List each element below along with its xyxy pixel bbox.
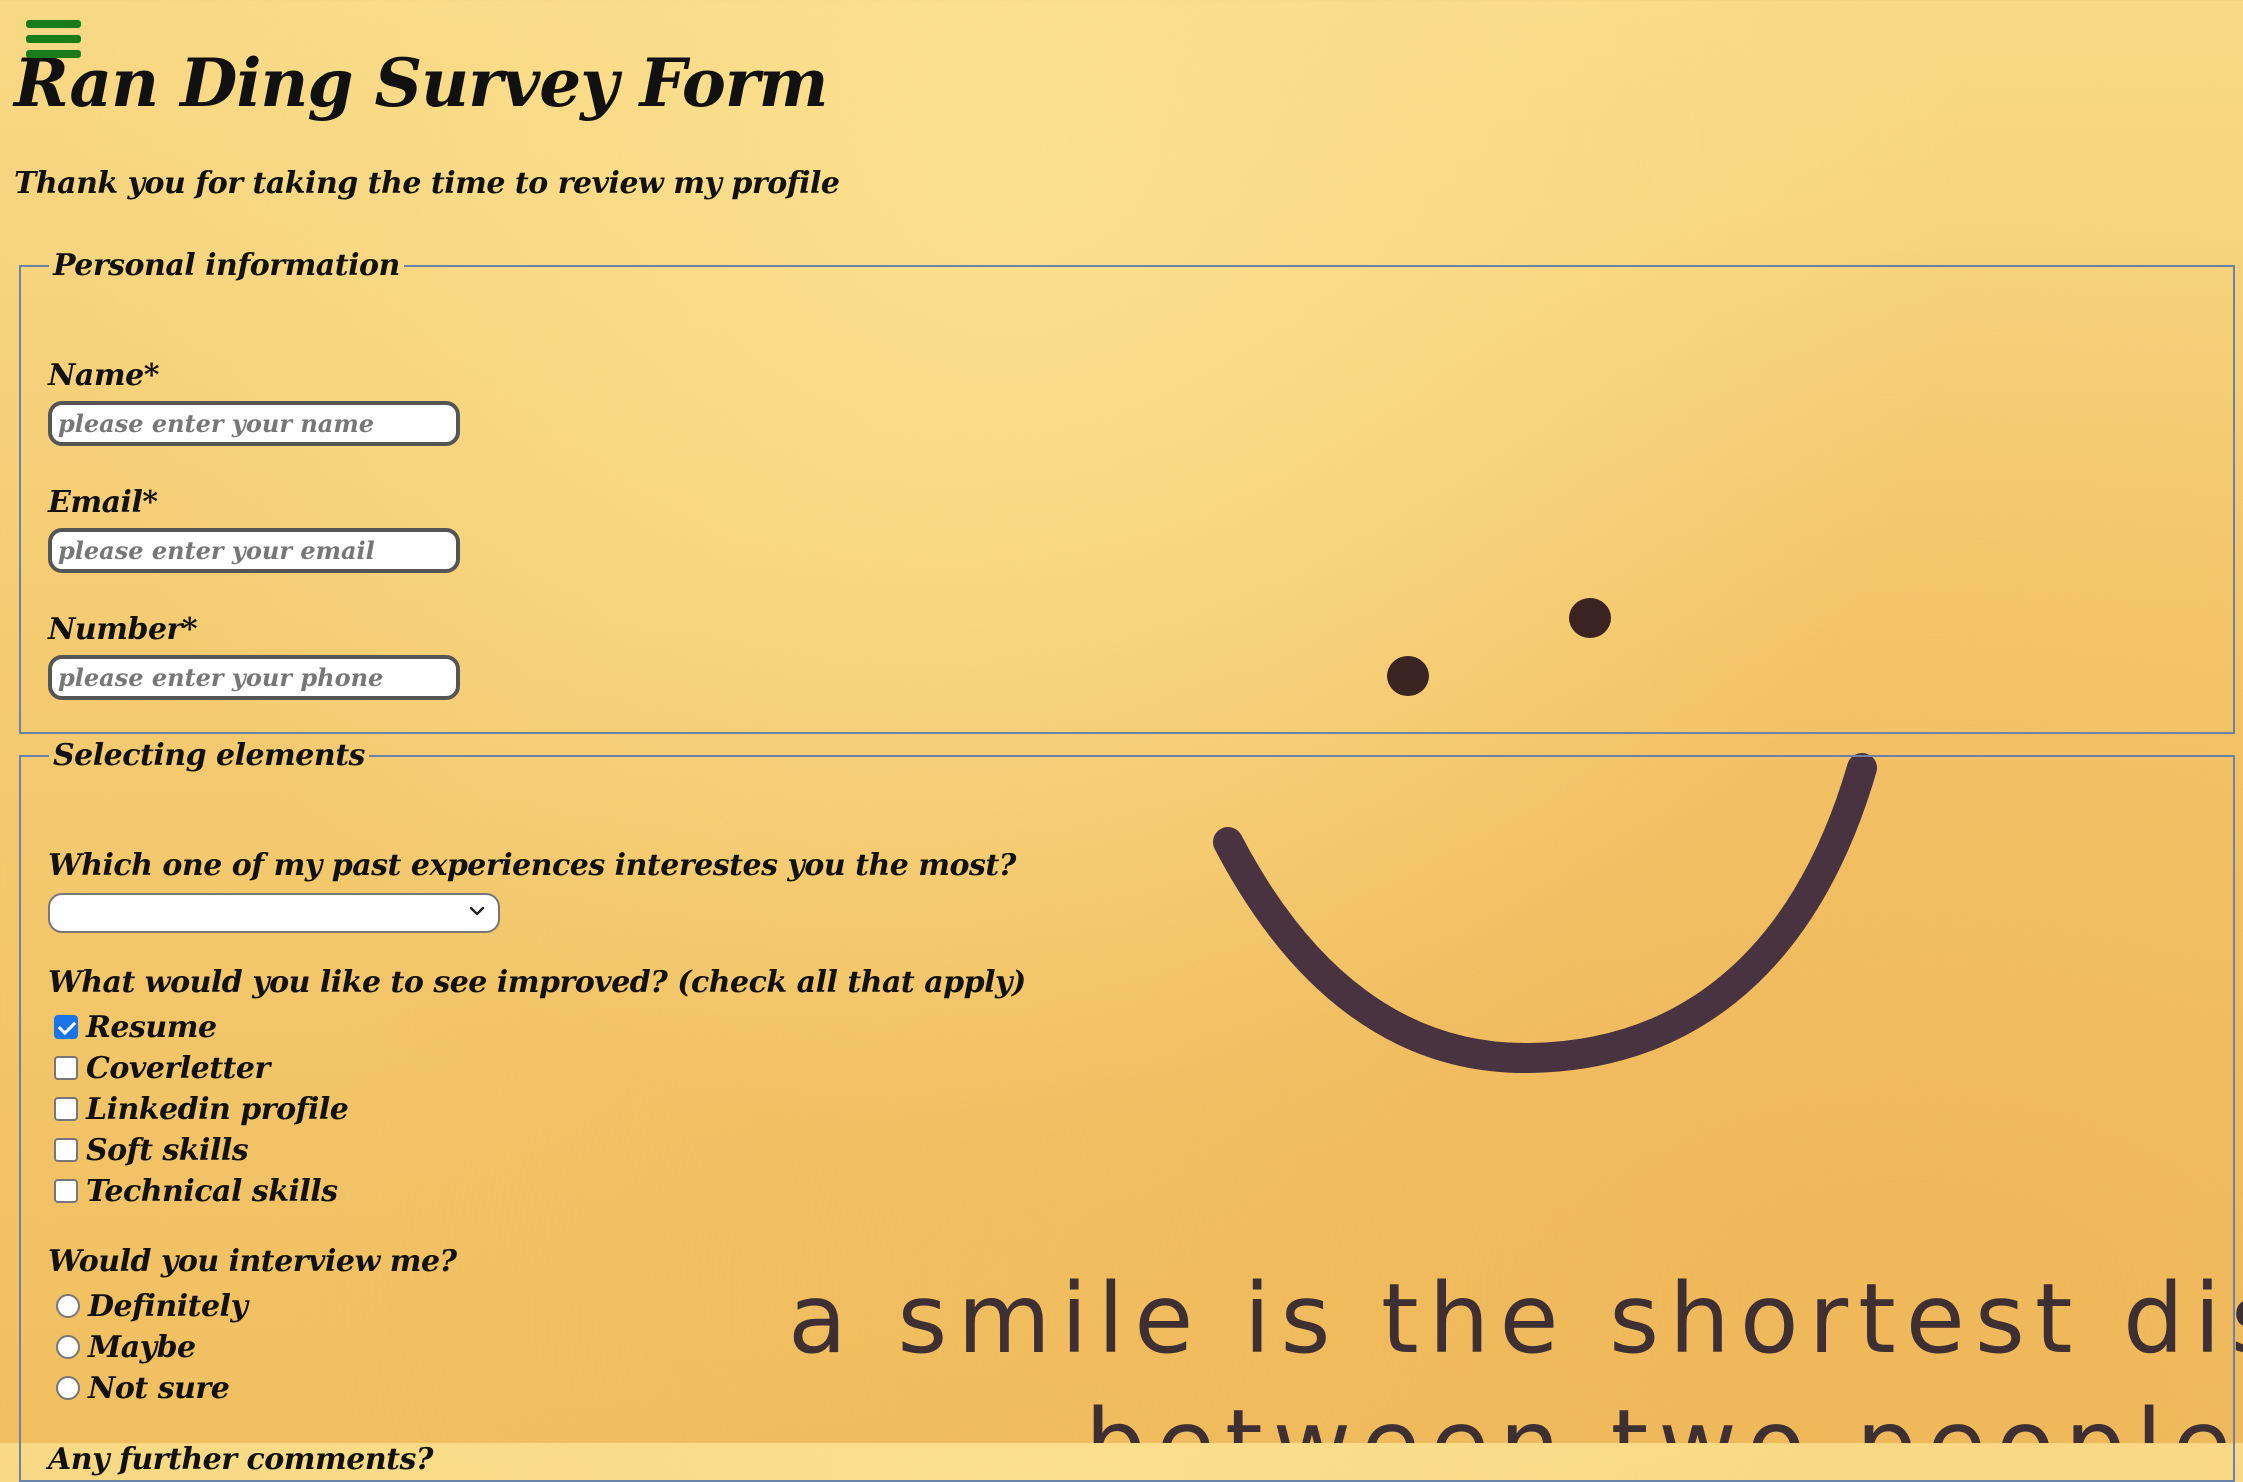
number-label: Number*	[48, 612, 198, 647]
page-title: Ran Ding Survey Form	[14, 44, 828, 122]
email-input[interactable]	[48, 528, 460, 573]
option-label: Technical skills	[86, 1173, 338, 1209]
menu-bar	[26, 35, 81, 43]
experience-question: Which one of my past experiences interes…	[48, 848, 1016, 883]
option-label: Not sure	[88, 1370, 230, 1406]
interview-option-maybe[interactable]: Maybe	[56, 1329, 196, 1365]
improve-option-soft-skills[interactable]: Soft skills	[54, 1132, 249, 1168]
phone-input[interactable]	[48, 655, 460, 700]
menu-bar	[26, 50, 81, 58]
resume-checkbox[interactable]	[54, 1015, 78, 1039]
interview-option-not-sure[interactable]: Not sure	[56, 1370, 230, 1406]
chevron-down-icon	[469, 906, 485, 916]
option-label: Linkedin profile	[86, 1091, 349, 1127]
name-input[interactable]	[48, 401, 460, 446]
improve-question: What would you like to see improved? (ch…	[48, 965, 1026, 1000]
improve-option-technical-skills[interactable]: Technical skills	[54, 1173, 338, 1209]
option-label: Definitely	[88, 1288, 248, 1324]
not-sure-radio[interactable]	[56, 1376, 80, 1400]
improve-option-linkedin[interactable]: Linkedin profile	[54, 1091, 349, 1127]
personal-information-legend: Personal information	[53, 248, 400, 283]
technical-skills-checkbox[interactable]	[54, 1179, 78, 1203]
definitely-radio[interactable]	[56, 1294, 80, 1318]
option-label: Resume	[86, 1009, 217, 1045]
page-subtitle: Thank you for taking the time to review …	[14, 166, 840, 201]
interview-question: Would you interview me?	[48, 1244, 457, 1279]
personal-information-fieldset: Personal information Name* Email* Number…	[19, 248, 2235, 734]
menu-bar	[26, 20, 81, 28]
email-label: Email*	[48, 485, 158, 520]
improve-option-resume[interactable]: Resume	[54, 1009, 217, 1045]
comments-question: Any further comments?	[48, 1442, 433, 1477]
selecting-elements-fieldset: Selecting elements Which one of my past …	[19, 738, 2235, 1482]
name-label: Name*	[48, 358, 159, 393]
option-label: Coverletter	[86, 1050, 270, 1086]
hamburger-menu-icon[interactable]	[26, 20, 81, 66]
experience-select[interactable]	[48, 893, 500, 933]
selecting-elements-legend: Selecting elements	[53, 738, 365, 773]
option-label: Soft skills	[86, 1132, 249, 1168]
improve-option-coverletter[interactable]: Coverletter	[54, 1050, 270, 1086]
option-label: Maybe	[88, 1329, 196, 1365]
soft-skills-checkbox[interactable]	[54, 1138, 78, 1162]
maybe-radio[interactable]	[56, 1335, 80, 1359]
interview-option-definitely[interactable]: Definitely	[56, 1288, 248, 1324]
coverletter-checkbox[interactable]	[54, 1056, 78, 1080]
linkedin-checkbox[interactable]	[54, 1097, 78, 1121]
